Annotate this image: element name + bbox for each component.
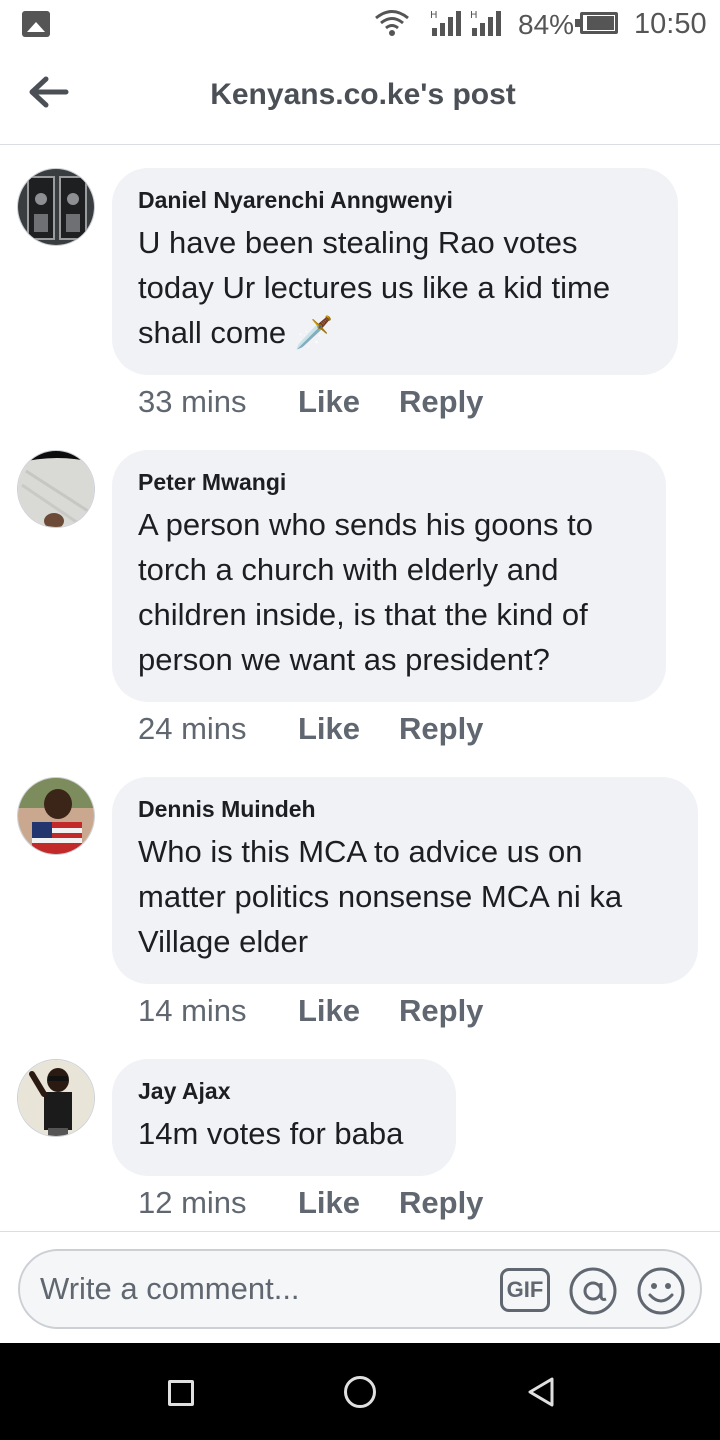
reply-button[interactable]: Reply — [399, 384, 483, 420]
comment-bubble: Jay Ajax 14m votes for baba — [112, 1059, 456, 1176]
like-button[interactable]: Like — [298, 1185, 399, 1221]
comment-time[interactable]: 12 mins — [138, 1185, 298, 1221]
comment-input[interactable] — [40, 1269, 480, 1309]
comment-bubble: Peter Mwangi A person who sends his goon… — [112, 450, 666, 702]
gallery-icon — [22, 11, 50, 37]
signal-icon: H — [470, 10, 501, 36]
comment-text: A person who sends his goons to torch a … — [138, 507, 593, 677]
clock: 10:50 — [634, 8, 707, 40]
reply-button[interactable]: Reply — [399, 1185, 483, 1221]
page-title: Kenyans.co.ke's post — [210, 78, 516, 111]
comment-time[interactable]: 14 mins — [138, 993, 298, 1029]
reply-button[interactable]: Reply — [399, 993, 483, 1029]
status-bar: H H 84% 10:50 — [0, 0, 720, 50]
post-header: Kenyans.co.ke's post — [0, 50, 720, 145]
like-button[interactable]: Like — [298, 993, 399, 1029]
comment-author[interactable]: Jay Ajax — [138, 1077, 430, 1105]
comment-author[interactable]: Peter Mwangi — [138, 468, 640, 496]
comment-text: 14m votes for baba — [138, 1116, 404, 1151]
comment-text: U have been stealing Rao votes today Ur … — [138, 225, 611, 350]
like-button[interactable]: Like — [298, 384, 399, 420]
emoji-icon[interactable] — [636, 1266, 686, 1316]
wifi-icon — [375, 10, 409, 36]
comment-list: Daniel Nyarenchi Anngwenyi U have been s… — [0, 146, 720, 1230]
comment-actions: 33 mins Like Reply — [138, 384, 483, 420]
comment-actions: 12 mins Like Reply — [138, 1185, 483, 1221]
comment-composer: GIF — [0, 1231, 720, 1343]
comment-bubble: Dennis Muindeh Who is this MCA to advice… — [112, 777, 698, 984]
like-button[interactable]: Like — [298, 711, 399, 747]
avatar[interactable] — [17, 168, 95, 246]
back-icon[interactable] — [526, 1376, 556, 1408]
system-navigation-bar — [0, 1343, 720, 1440]
comment-bubble: Daniel Nyarenchi Anngwenyi U have been s… — [112, 168, 678, 375]
comment-input-box[interactable]: GIF — [18, 1249, 702, 1329]
comment-text: Who is this MCA to advice us on matter p… — [138, 834, 623, 959]
gif-icon[interactable]: GIF — [500, 1268, 550, 1312]
comment-actions: 14 mins Like Reply — [138, 993, 483, 1029]
reply-button[interactable]: Reply — [399, 711, 483, 747]
comment-actions: 24 mins Like Reply — [138, 711, 483, 747]
svg-text:H: H — [470, 10, 478, 21]
svg-text:H: H — [430, 10, 438, 21]
signal-icon: H — [430, 10, 461, 36]
avatar[interactable] — [17, 1059, 95, 1137]
recents-icon[interactable] — [168, 1380, 194, 1406]
battery-icon — [575, 12, 618, 34]
comment-author[interactable]: Dennis Muindeh — [138, 795, 672, 823]
avatar[interactable] — [17, 777, 95, 855]
comment-time[interactable]: 33 mins — [138, 384, 298, 420]
avatar[interactable] — [17, 450, 95, 528]
home-icon[interactable] — [344, 1376, 376, 1408]
comment-time[interactable]: 24 mins — [138, 711, 298, 747]
at-mention-icon[interactable] — [568, 1266, 618, 1316]
comment-author[interactable]: Daniel Nyarenchi Anngwenyi — [138, 186, 652, 214]
battery-percent: 84% — [518, 9, 575, 40]
